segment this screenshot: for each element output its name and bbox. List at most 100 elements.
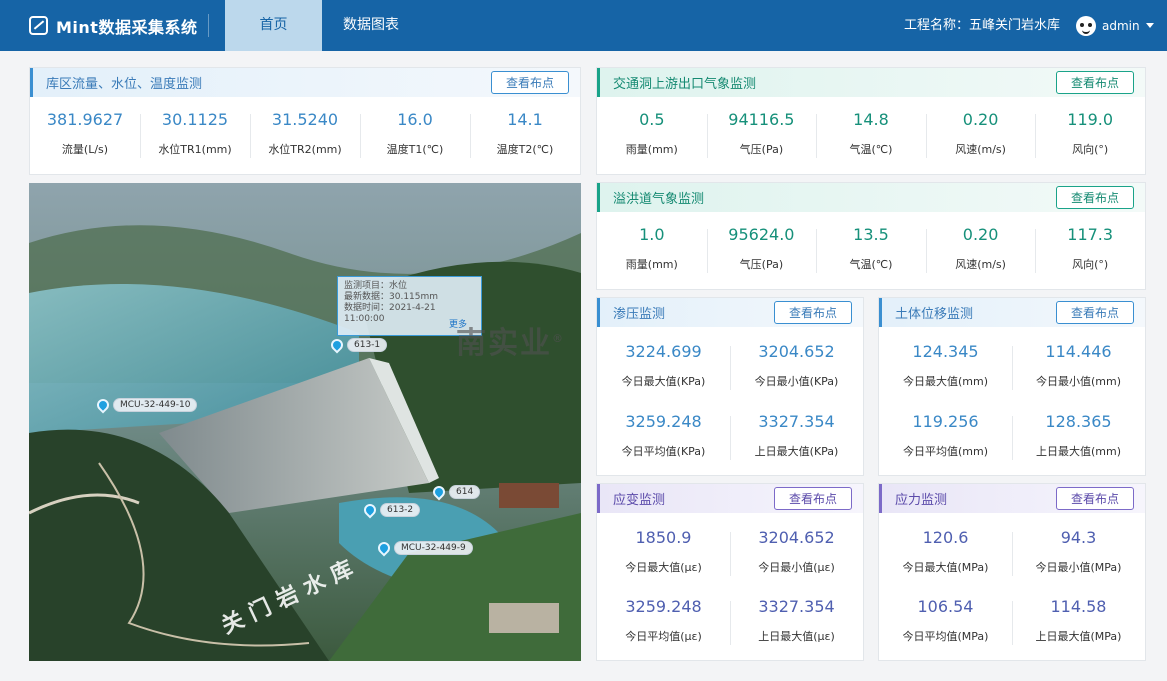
strain-panel: 应变监测 查看布点 1850.9 今日最大值(με) 3204.652 今日最小值(… <box>596 483 864 661</box>
metric-value: 94.3 <box>1060 528 1097 547</box>
metric-rainfall: 1.0 雨量(mm) <box>597 223 707 272</box>
metric-today-avg: 119.256 今日平均值(mm) <box>879 410 1012 459</box>
marker-613-2[interactable]: 613-2 <box>361 501 421 519</box>
metric-label: 风向(°) <box>1072 258 1109 271</box>
user-menu[interactable]: admin <box>1076 0 1154 51</box>
metric-value: 0.20 <box>962 225 999 244</box>
metric-label: 雨量(mm) <box>625 143 678 156</box>
metric-pressure: 95624.0 气压(Pa) <box>706 223 817 273</box>
metric-label: 水位TR1(mm) <box>158 143 232 156</box>
metric-temperature-t1: 16.0 温度T1(℃) <box>360 108 470 158</box>
view-points-button[interactable]: 查看布点 <box>774 487 852 510</box>
metric-wind-speed: 0.20 风速(m/s) <box>925 108 1036 158</box>
view-points-button[interactable]: 查看布点 <box>1056 301 1134 324</box>
metric-row: 106.54 今日平均值(MPa) 114.58 上日最大值(MPa) <box>879 595 1145 645</box>
metric-label: 今日平均值(mm) <box>902 445 988 458</box>
panel-header: 应力监测 查看布点 <box>879 484 1145 513</box>
metric-label: 今日最小值(MPa) <box>1035 561 1122 574</box>
view-points-button[interactable]: 查看布点 <box>1056 186 1134 209</box>
metric-label: 上日最大值(MPa) <box>1035 630 1122 643</box>
metric-label: 气温(℃) <box>849 143 893 156</box>
metric-temperature-t2: 14.1 温度T2(℃) <box>470 108 580 158</box>
panel-header: 溢洪道气象监测 查看布点 <box>597 183 1145 212</box>
metric-value: 114.58 <box>1050 597 1107 616</box>
panel-header: 渗压监测 查看布点 <box>597 298 863 327</box>
tooltip-more-link[interactable]: 更多 <box>449 320 467 331</box>
metric-value: 3259.248 <box>625 412 702 431</box>
metric-row: 0.5 雨量(mm) 94116.5 气压(Pa) 14.8 气温(℃) 0.20 风速… <box>597 108 1145 158</box>
seepage-panel: 渗压监测 查看布点 3224.699 今日最大值(KPa) 3204.652 今日最… <box>596 297 864 476</box>
metric-today-min: 3204.652 今日最小值(KPa) <box>730 340 863 390</box>
metric-value: 117.3 <box>1067 225 1114 244</box>
metric-row: 124.345 今日最大值(mm) 114.446 今日最小值(mm) <box>879 340 1145 390</box>
marker-label: MCU-32-449-10 <box>113 398 198 412</box>
metric-row: 3224.699 今日最大值(KPa) 3204.652 今日最小值(KPa) <box>597 340 863 390</box>
metric-value: 120.6 <box>922 528 969 547</box>
metric-label: 上日最大值(με) <box>758 630 835 643</box>
metric-today-avg: 3259.248 今日平均值(με) <box>597 595 730 644</box>
panel-title: 应变监测 <box>613 493 666 508</box>
metric-label: 今日最小值(KPa) <box>754 375 839 388</box>
marker-label: 614 <box>449 485 481 499</box>
metric-air-temperature: 13.5 气温(℃) <box>816 223 926 273</box>
metric-label: 今日最小值(με) <box>758 561 835 574</box>
marker-613-1[interactable]: 613-1 <box>328 336 388 354</box>
metric-label: 今日最大值(με) <box>625 561 702 574</box>
metric-label: 流量(L/s) <box>61 143 109 156</box>
metric-wind-speed: 0.20 风速(m/s) <box>925 223 1036 273</box>
tunnel-weather-panel: 交通洞上游出口气象监测 查看布点 0.5 雨量(mm) 94116.5 气压(Pa)… <box>596 67 1146 175</box>
spillway-weather-panel: 溢洪道气象监测 查看布点 1.0 雨量(mm) 95624.0 气压(Pa) 13.… <box>596 182 1146 290</box>
displacement-panel: 土体位移监测 查看布点 124.345 今日最大值(mm) 114.446 今日最小… <box>878 297 1146 476</box>
metric-label: 今日平均值(KPa) <box>621 445 706 458</box>
marker-614[interactable]: 614 <box>430 483 481 501</box>
metric-label: 今日最小值(mm) <box>1035 375 1121 388</box>
metric-today-max: 1850.9 今日最大值(με) <box>597 526 730 575</box>
metric-label: 水位TR2(mm) <box>268 143 342 156</box>
metric-label: 今日平均值(MPa) <box>902 630 989 643</box>
metric-row: 3259.248 今日平均值(KPa) 3327.354 上日最大值(KPa) <box>597 410 863 460</box>
view-points-button[interactable]: 查看布点 <box>774 301 852 324</box>
metric-value: 14.8 <box>853 110 889 129</box>
panel-title: 库区流量、水位、温度监测 <box>46 77 203 92</box>
tab-data-charts[interactable]: 数据图表 <box>322 0 420 51</box>
metric-value: 119.0 <box>1067 110 1114 129</box>
marker-mcu-32-449-10[interactable]: MCU-32-449-10 <box>94 396 198 414</box>
location-pin-icon <box>328 336 346 354</box>
metric-today-avg: 106.54 今日平均值(MPa) <box>879 595 1012 644</box>
metric-row: 1.0 雨量(mm) 95624.0 气压(Pa) 13.5 气温(℃) 0.20 风速… <box>597 223 1145 273</box>
site-map[interactable]: 关门岩水库 613-1 MCU-32-449-10 613-2 614 MCU-… <box>29 183 581 661</box>
header-divider <box>208 14 209 37</box>
view-points-button[interactable]: 查看布点 <box>1056 71 1134 94</box>
marker-label: 613-1 <box>347 338 388 352</box>
metric-water-level-tr1: 30.1125 水位TR1(mm) <box>140 108 250 158</box>
metric-flow: 381.9627 流量(L/s) <box>30 108 140 157</box>
project-name: 工程名称：五峰关门岩水库 <box>903 18 1060 33</box>
metric-value: 3204.652 <box>758 528 835 547</box>
metric-label: 气温(℃) <box>849 258 893 271</box>
metric-value: 31.5240 <box>271 110 339 129</box>
tooltip-latest: 最新数据：30.115mm <box>344 292 439 302</box>
brand[interactable]: Mint数据采集系统 <box>29 0 197 51</box>
metric-label: 风速(m/s) <box>955 258 1006 271</box>
metric-rainfall: 0.5 雨量(mm) <box>597 108 707 157</box>
metric-value: 95624.0 <box>728 225 795 244</box>
metric-value: 3327.354 <box>758 412 835 431</box>
metric-today-min: 114.446 今日最小值(mm) <box>1012 340 1145 390</box>
panel-header: 交通洞上游出口气象监测 查看布点 <box>597 68 1145 97</box>
metric-wind-direction: 117.3 风向(°) <box>1035 223 1145 273</box>
metric-value: 16.0 <box>397 110 433 129</box>
metric-row: 381.9627 流量(L/s) 30.1125 水位TR1(mm) 31.5240… <box>30 108 580 158</box>
monitoring-tooltip: 监测项目：水位 最新数据：30.115mm 数据时间：2021-4-21 11:… <box>337 276 482 336</box>
view-points-button[interactable]: 查看布点 <box>1056 487 1134 510</box>
avatar-icon <box>1076 15 1096 36</box>
metric-value: 128.365 <box>1045 412 1112 431</box>
metric-yesterday-max: 3327.354 上日最大值(με) <box>730 595 863 645</box>
view-points-button[interactable]: 查看布点 <box>491 71 569 94</box>
metric-value: 13.5 <box>853 225 889 244</box>
metric-label: 今日最大值(mm) <box>902 375 988 388</box>
metric-today-min: 3204.652 今日最小值(με) <box>730 526 863 576</box>
marker-mcu-32-449-9[interactable]: MCU-32-449-9 <box>375 539 473 557</box>
tab-home[interactable]: 首页 <box>225 0 322 51</box>
username: admin <box>1102 18 1140 33</box>
app-logo-icon <box>29 16 48 35</box>
